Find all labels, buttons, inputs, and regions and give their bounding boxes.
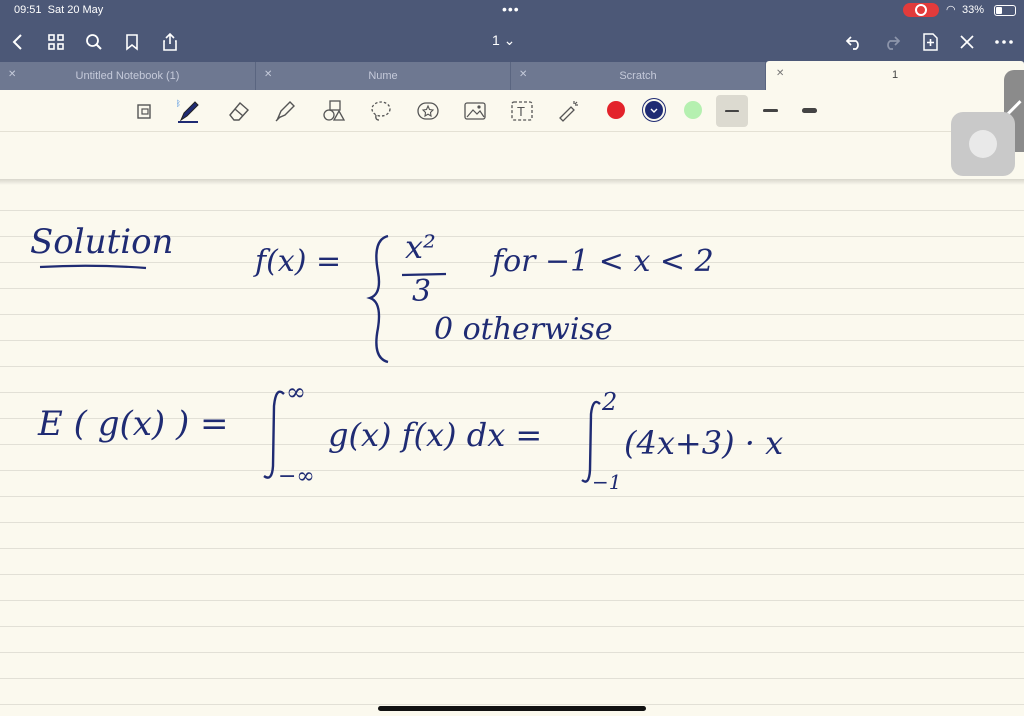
expectation-lhs: E ( g(x) ) =: [38, 404, 229, 444]
case1-denominator: 3: [412, 274, 432, 309]
assistive-touch-button[interactable]: [951, 112, 1015, 176]
integral2-lower-limit: −1: [592, 470, 622, 494]
integral-lower-limit: −∞: [278, 464, 315, 489]
solution-label: Solution: [30, 222, 174, 262]
integral-upper-limit: ∞: [286, 378, 306, 406]
home-indicator[interactable]: [378, 706, 646, 711]
integrand-2: (4x+3) · x: [624, 424, 784, 462]
solution-underline: [39, 264, 147, 270]
case2-otherwise: 0 otherwise: [434, 312, 613, 347]
fx-label: f(x) =: [255, 244, 342, 279]
handwritten-note: Solution f(x) = x² 3 for −1 < x < 2 0 ot…: [0, 0, 1024, 716]
case1-numerator: x²: [405, 228, 436, 266]
case1-condition: for −1 < x < 2: [492, 244, 714, 279]
integrand: g(x) f(x) dx =: [328, 416, 543, 454]
integral2-upper-limit: 2: [602, 388, 618, 416]
piecewise-brace: [366, 234, 389, 364]
goodnotes-app: 09:51 Sat 20 May ••• ◠ 33% 1 ⌄ ✕ Untitle…: [0, 0, 1024, 716]
